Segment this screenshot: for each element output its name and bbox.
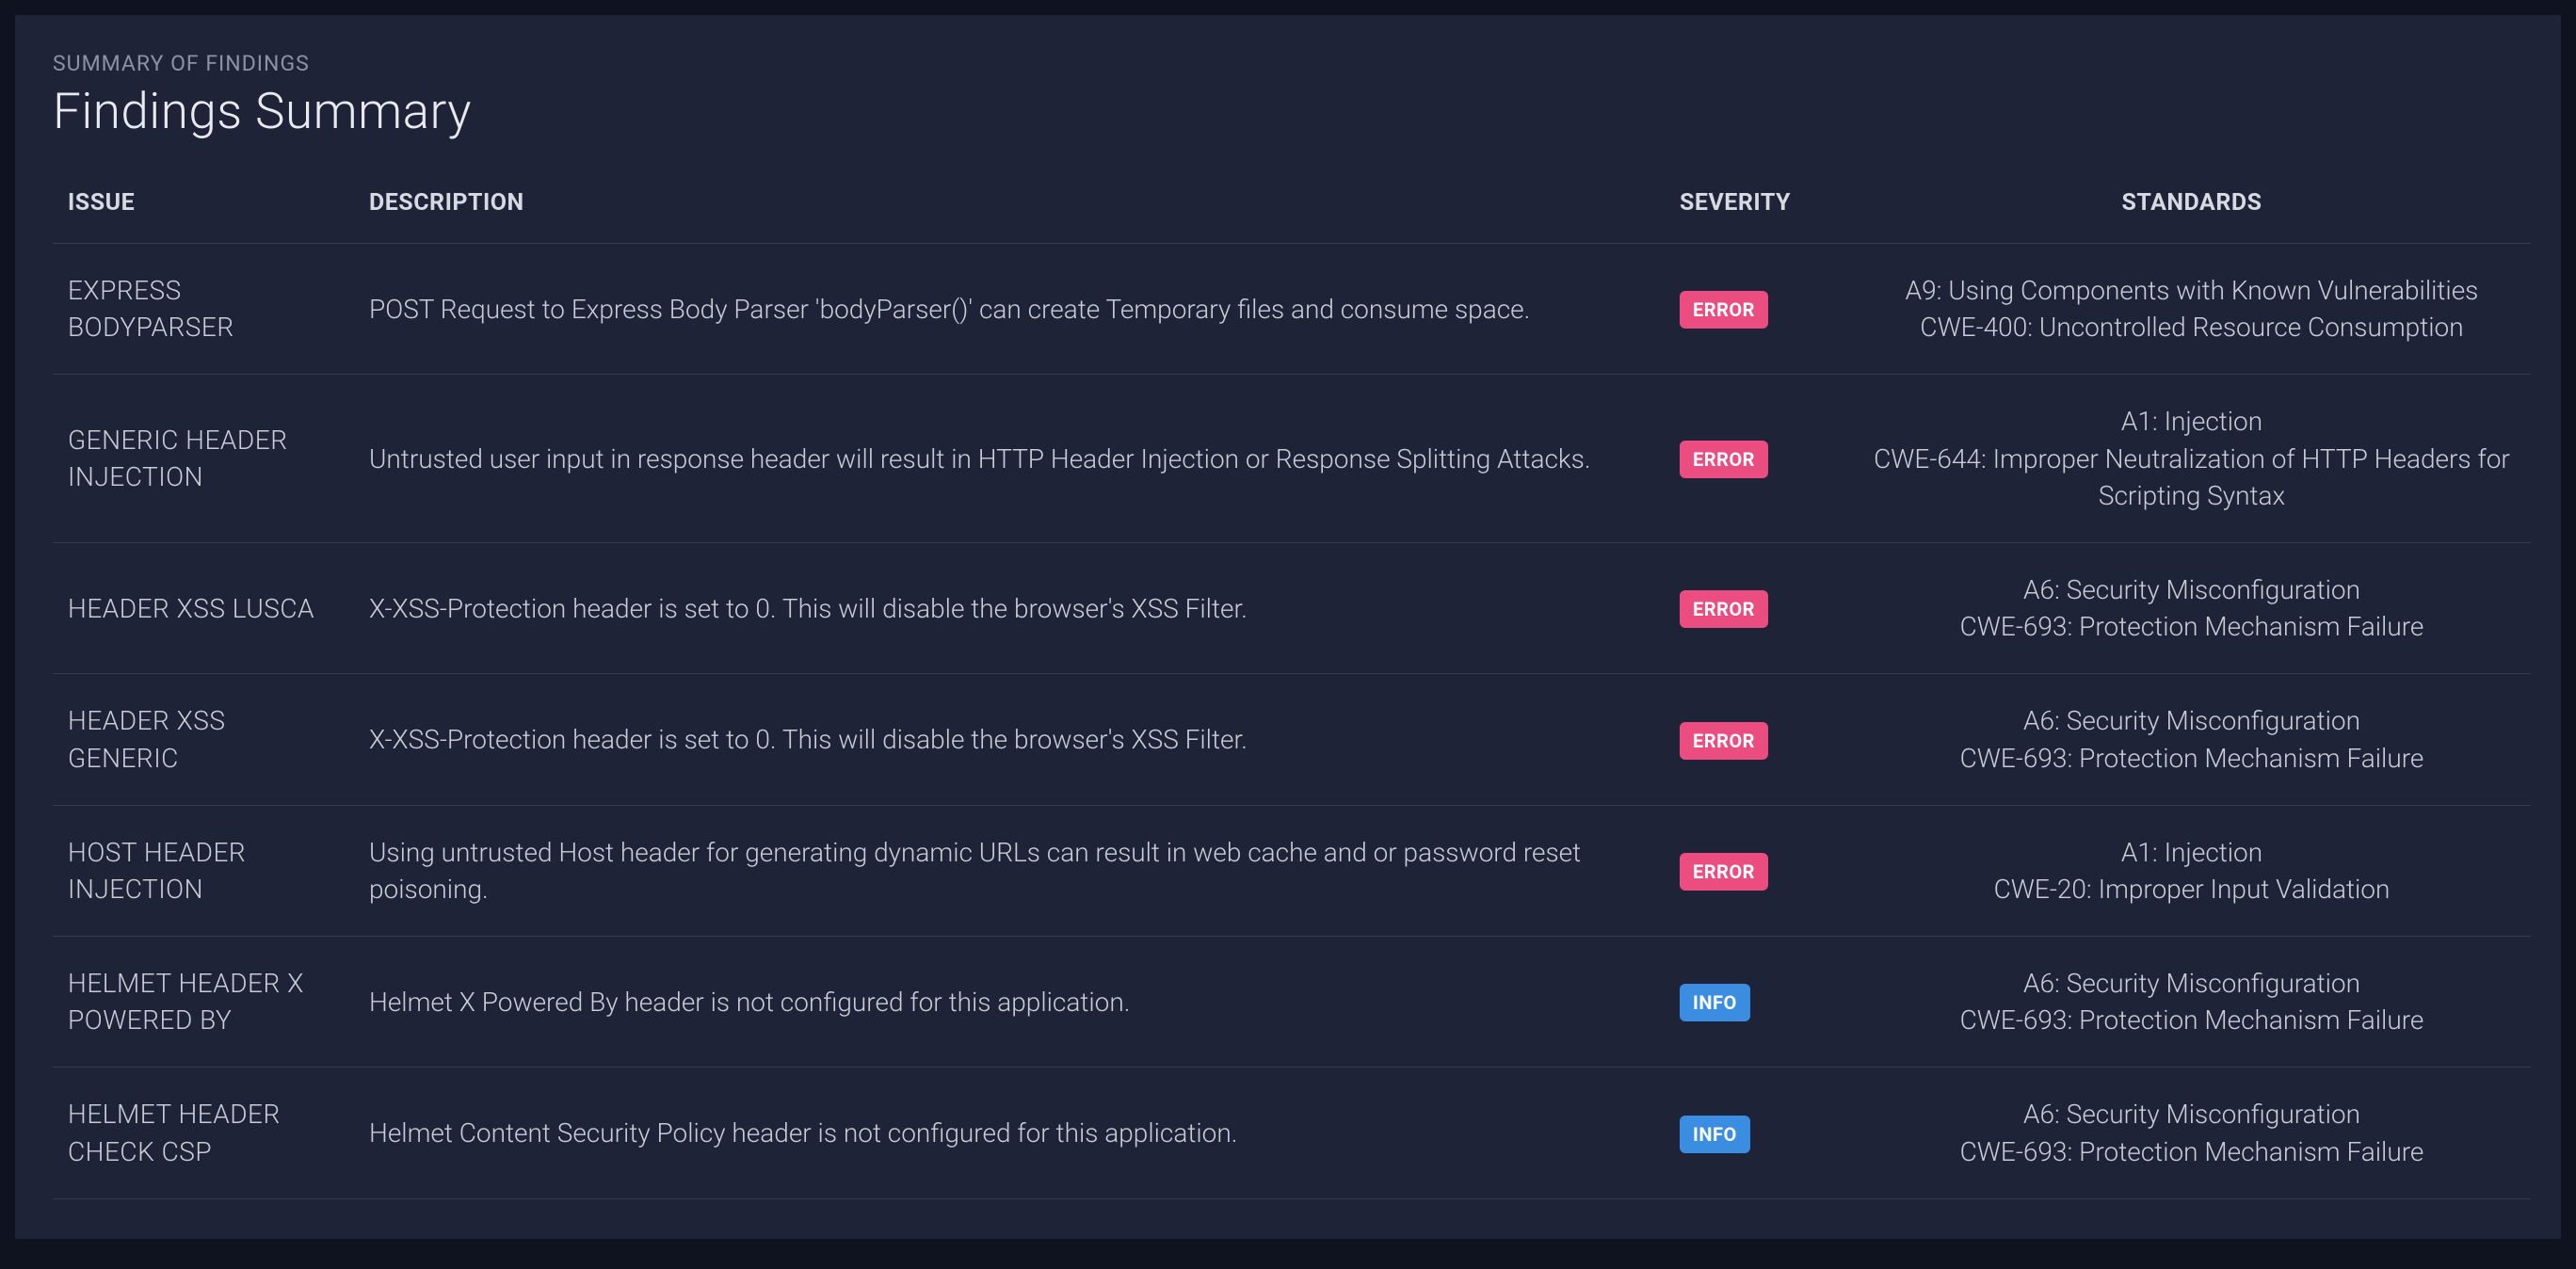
standard-line: CWE-693: Protection Mechanism Failure — [1868, 1002, 2516, 1038]
col-header-standards: STANDARDS — [1853, 163, 2531, 244]
cell-standards: A6: Security MisconfigurationCWE-693: Pr… — [1853, 542, 2531, 673]
cell-severity: INFO — [1665, 1068, 1853, 1198]
table-row: HELMET HEADER CHECK CSPHelmet Content Se… — [53, 1068, 2531, 1198]
cell-description: POST Request to Express Body Parser 'bod… — [354, 244, 1665, 375]
cell-description: Using untrusted Host header for generati… — [354, 805, 1665, 936]
table-scroll-container[interactable]: ISSUE DESCRIPTION SEVERITY STANDARDS EXP… — [15, 163, 2553, 1239]
severity-badge: ERROR — [1680, 291, 1768, 329]
cell-description: Untrusted user input in response header … — [354, 375, 1665, 543]
cell-issue: HELMET HEADER CHECK CSP — [53, 1068, 354, 1198]
col-header-issue: ISSUE — [53, 163, 354, 244]
cell-description: X-XSS-Protection header is set to 0. Thi… — [354, 542, 1665, 673]
panel-header: SUMMARY OF FINDINGS Findings Summary — [15, 15, 2561, 163]
cell-issue: EXPRESS BODYPARSER — [53, 244, 354, 375]
standard-line: A1: Injection — [1868, 403, 2516, 440]
table-row: HOST HEADER INJECTIONUsing untrusted Hos… — [53, 805, 2531, 936]
cell-description: X-XSS-Protection header is set to 0. Thi… — [354, 674, 1665, 805]
standard-line: CWE-20: Improper Input Validation — [1868, 871, 2516, 908]
cell-issue: GENERIC HEADER INJECTION — [53, 375, 354, 543]
severity-badge: ERROR — [1680, 441, 1768, 478]
standard-line: A6: Security Misconfiguration — [1868, 571, 2516, 608]
table-row: GENERIC HEADER INJECTIONUntrusted user i… — [53, 375, 2531, 543]
cell-issue: HOST HEADER INJECTION — [53, 805, 354, 936]
cell-severity: INFO — [1665, 937, 1853, 1068]
severity-badge: INFO — [1680, 1116, 1750, 1153]
col-header-description: DESCRIPTION — [354, 163, 1665, 244]
cell-description: Helmet Content Security Policy header is… — [354, 1068, 1665, 1198]
standard-line: CWE-693: Protection Mechanism Failure — [1868, 740, 2516, 777]
standard-line: A6: Security Misconfiguration — [1868, 702, 2516, 739]
severity-badge: INFO — [1680, 984, 1750, 1021]
cell-standards: A1: InjectionCWE-644: Improper Neutraliz… — [1853, 375, 2531, 543]
cell-issue: HEADER XSS GENERIC — [53, 674, 354, 805]
cell-severity: ERROR — [1665, 375, 1853, 543]
standard-line: CWE-693: Protection Mechanism Failure — [1868, 608, 2516, 645]
cell-severity: ERROR — [1665, 805, 1853, 936]
findings-panel: SUMMARY OF FINDINGS Findings Summary ISS… — [15, 15, 2561, 1239]
cell-description: Helmet X Powered By header is not config… — [354, 937, 1665, 1068]
standard-line: A1: Injection — [1868, 834, 2516, 871]
cell-severity: ERROR — [1665, 674, 1853, 805]
table-row: HEADER XSS GENERICX-XSS-Protection heade… — [53, 674, 2531, 805]
severity-badge: ERROR — [1680, 590, 1768, 628]
standard-line: A6: Security Misconfiguration — [1868, 1096, 2516, 1132]
cell-issue: HEADER XSS LUSCA — [53, 542, 354, 673]
table-row: EXPRESS BODYPARSERPOST Request to Expres… — [53, 244, 2531, 375]
cell-standards: A9: Using Components with Known Vulnerab… — [1853, 244, 2531, 375]
severity-badge: ERROR — [1680, 853, 1768, 891]
cell-standards: A6: Security MisconfigurationCWE-693: Pr… — [1853, 1068, 2531, 1198]
col-header-severity: SEVERITY — [1665, 163, 1853, 244]
standard-line: A9: Using Components with Known Vulnerab… — [1868, 272, 2516, 309]
severity-badge: ERROR — [1680, 722, 1768, 760]
table-row: HEADER XSS LUSCAX-XSS-Protection header … — [53, 542, 2531, 673]
cell-severity: ERROR — [1665, 542, 1853, 673]
cell-standards: A6: Security MisconfigurationCWE-693: Pr… — [1853, 937, 2531, 1068]
page-title: Findings Summary — [53, 82, 2523, 140]
table-header-row: ISSUE DESCRIPTION SEVERITY STANDARDS — [53, 163, 2531, 244]
standard-line: A6: Security Misconfiguration — [1868, 965, 2516, 1002]
findings-table: ISSUE DESCRIPTION SEVERITY STANDARDS EXP… — [53, 163, 2531, 1199]
eyebrow-text: SUMMARY OF FINDINGS — [53, 51, 2523, 76]
standard-line: CWE-693: Protection Mechanism Failure — [1868, 1133, 2516, 1170]
standard-line: CWE-644: Improper Neutralization of HTTP… — [1868, 441, 2516, 514]
cell-severity: ERROR — [1665, 244, 1853, 375]
table-row: HELMET HEADER X POWERED BYHelmet X Power… — [53, 937, 2531, 1068]
standard-line: CWE-400: Uncontrolled Resource Consumpti… — [1868, 309, 2516, 345]
cell-standards: A1: InjectionCWE-20: Improper Input Vali… — [1853, 805, 2531, 936]
cell-standards: A6: Security MisconfigurationCWE-693: Pr… — [1853, 674, 2531, 805]
cell-issue: HELMET HEADER X POWERED BY — [53, 937, 354, 1068]
